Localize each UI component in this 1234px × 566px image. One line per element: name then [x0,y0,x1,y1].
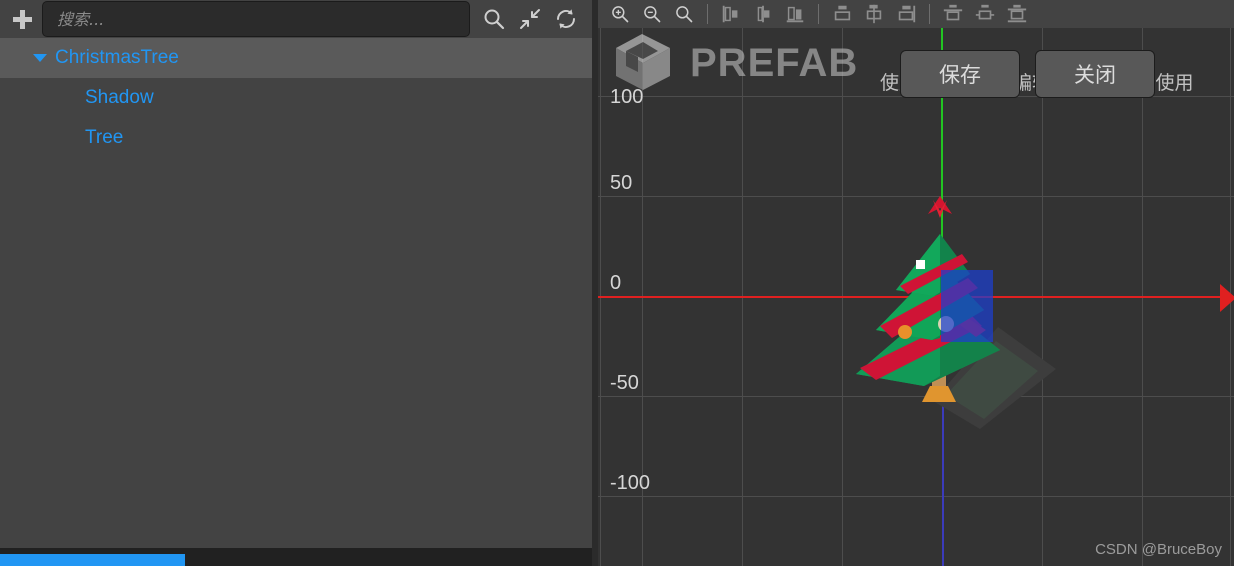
align-top-icon[interactable] [826,1,858,27]
prefab-cube-icon [616,34,670,90]
grid-line-horizontal [598,196,1234,197]
axis-x-red [598,296,1234,298]
save-button[interactable]: 保存 [900,50,1020,98]
align-center-horizontal-icon[interactable] [747,1,779,27]
prefab-badge: PREFAB [610,32,858,94]
tree-item-label: ChristmasTree [55,47,179,68]
ruler-label-100: 100 [610,86,644,108]
close-button[interactable]: 关闭 [1035,50,1155,98]
toolbar-separator [818,4,819,24]
chevron-down-icon[interactable] [33,54,47,62]
zoom-reset-icon[interactable] [668,1,700,27]
tree-item-label: Tree [85,127,124,148]
watermark: CSDN @BruceBoy [1095,541,1222,558]
add-node-button[interactable] [8,5,36,33]
tree-item-shadow[interactable]: Shadow [0,78,592,118]
ruler-label-0: 0 [610,272,622,294]
align-bottom-icon[interactable] [890,1,922,27]
distribute-bottom-icon[interactable] [1001,1,1033,27]
grid-line-horizontal [598,396,1234,397]
zoom-in-icon[interactable] [604,1,636,27]
axis-z-blue [942,400,944,566]
hierarchy-panel: ChristmasTree Shadow Tree [0,0,592,566]
toolbar-separator [929,4,930,24]
selection-box-blue [941,270,993,342]
zoom-out-icon[interactable] [636,1,668,27]
ruler-label-50: 50 [610,172,633,194]
grid-line-horizontal [598,496,1234,497]
toolbar-separator [707,4,708,24]
ruler-label-m100: -100 [610,472,651,494]
align-right-icon[interactable] [779,1,811,27]
scene-toolbar [598,0,1234,28]
prefab-editor-window: ChristmasTree Shadow Tree [0,0,1234,566]
tree-item-christmastree[interactable]: ChristmasTree [0,38,592,78]
align-left-icon[interactable] [715,1,747,27]
collapse-all-icon[interactable] [512,3,548,35]
hierarchy-bottom-bar [0,548,592,566]
hierarchy-tree: ChristmasTree Shadow Tree [0,38,592,548]
shadow-mesh [928,323,1058,433]
tree-item-tree[interactable]: Tree [0,118,592,158]
hierarchy-toolbar [0,0,592,38]
ruler-label-m50: -50 [610,372,639,394]
scene-canvas[interactable]: 100 50 0 -50 -100 PREFAB 保存 关闭 CSDN @Bru… [598,28,1234,566]
search-box[interactable] [42,1,470,37]
christmas-tree-model [850,190,1030,415]
distribute-center-icon[interactable] [969,1,1001,27]
scene-viewport-panel: 100 50 0 -50 -100 PREFAB 保存 关闭 CSDN @Bru… [598,0,1234,566]
refresh-icon[interactable] [548,3,584,35]
distribute-top-icon[interactable] [937,1,969,27]
axis-x-arrow-icon [1220,284,1234,312]
tree-item-label: Shadow [85,87,154,108]
align-center-vertical-icon[interactable] [858,1,890,27]
prefab-label: PREFAB [690,40,859,85]
horizontal-scrollbar[interactable] [0,554,185,566]
search-input[interactable] [55,8,457,30]
search-icon[interactable] [476,3,512,35]
